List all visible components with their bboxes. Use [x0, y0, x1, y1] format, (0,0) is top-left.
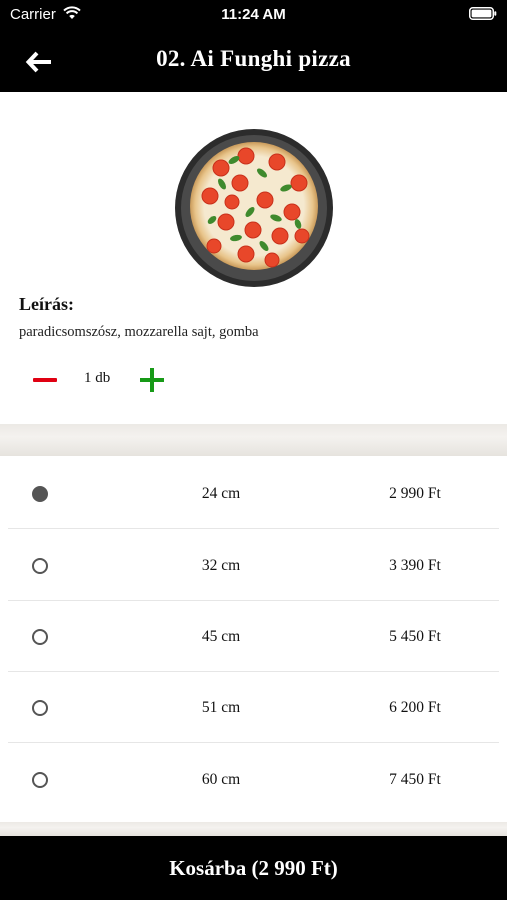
size-option-32cm[interactable]: 32 cm 3 390 Ft [8, 530, 499, 601]
minus-icon [33, 378, 57, 382]
size-label: 32 cm [201, 557, 241, 574]
price-label: 2 990 Ft [389, 485, 441, 502]
size-option-45cm[interactable]: 45 cm 5 450 Ft [8, 601, 499, 672]
decrease-quantity-button[interactable] [30, 368, 60, 392]
header: Carrier 11:24 AM 02. Ai Funghi pizza [0, 0, 507, 92]
radio-button[interactable] [32, 700, 48, 716]
quantity-label: 1 db [84, 370, 111, 386]
radio-button-selected[interactable] [32, 486, 48, 502]
product-card: Leírás: paradicsomszósz, mozzarella sajt… [0, 92, 507, 424]
price-label: 5 450 Ft [389, 628, 441, 645]
radio-button[interactable] [32, 772, 48, 788]
radio-button[interactable] [32, 558, 48, 574]
add-to-cart-button[interactable]: Kosárba (2 990 Ft) [0, 836, 507, 900]
status-bar: Carrier 11:24 AM [0, 0, 507, 30]
status-time: 11:24 AM [221, 6, 286, 23]
size-option-60cm[interactable]: 60 cm 7 450 Ft [8, 744, 499, 815]
size-label: 60 cm [201, 771, 241, 788]
price-label: 7 450 Ft [389, 771, 441, 788]
description-text: paradicsomszósz, mozzarella sajt, gomba [19, 324, 259, 340]
page-title: 02. Ai Funghi pizza [156, 46, 351, 71]
divider [8, 742, 499, 743]
background-image [0, 822, 507, 836]
pizza-image [175, 129, 333, 287]
add-to-cart-label: Kosárba (2 990 Ft) [169, 855, 338, 880]
increase-quantity-button[interactable] [136, 366, 168, 394]
size-label: 45 cm [201, 628, 241, 645]
size-option-51cm[interactable]: 51 cm 6 200 Ft [8, 672, 499, 743]
size-list: 24 cm 2 990 Ft 32 cm 3 390 Ft 45 cm 5 45… [0, 456, 507, 822]
price-label: 3 390 Ft [389, 557, 441, 574]
size-label: 51 cm [201, 699, 241, 716]
radio-button[interactable] [32, 629, 48, 645]
battery-icon [469, 7, 497, 20]
size-label: 24 cm [201, 485, 241, 502]
size-option-24cm[interactable]: 24 cm 2 990 Ft [8, 458, 499, 529]
description-label: Leírás: [19, 294, 74, 314]
price-label: 6 200 Ft [389, 699, 441, 716]
background-image [0, 424, 507, 456]
divider [8, 528, 499, 529]
